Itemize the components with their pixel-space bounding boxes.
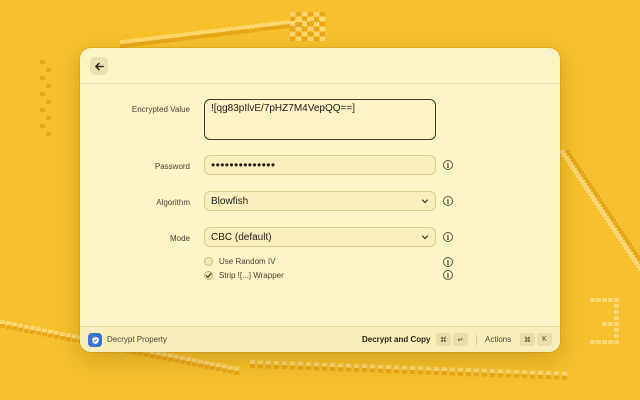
return-key-icon: ↵ (453, 333, 468, 346)
use-random-iv-info-icon[interactable]: i (443, 257, 453, 267)
mode-info-icon[interactable]: i (443, 232, 453, 242)
algorithm-select[interactable]: Blowfish (204, 191, 436, 211)
strip-wrapper-info-icon[interactable]: i (443, 270, 453, 280)
command-key-icon: ⌘ (436, 333, 451, 346)
strip-wrapper-checkbox[interactable] (204, 271, 213, 280)
titlebar (80, 48, 560, 84)
mode-value: CBC (default) (211, 231, 272, 243)
k-key-icon: K (537, 333, 552, 346)
shield-icon (91, 336, 99, 344)
use-random-iv-label: Use Random IV (219, 257, 276, 266)
actions-button[interactable]: Actions (485, 335, 511, 344)
password-value: •••••••••••••• (211, 158, 276, 172)
strip-wrapper-row[interactable]: Strip ![...] Wrapper (204, 271, 284, 280)
command-title: Decrypt Property (107, 335, 168, 344)
mode-label: Mode (169, 234, 190, 243)
footer-divider (476, 335, 477, 345)
encrypted-value-text: ![qg83pIlvE/7pHZ7M4VepQQ==] (211, 103, 355, 114)
use-random-iv-row[interactable]: Use Random IV (204, 257, 275, 266)
mode-select[interactable]: CBC (default) (204, 227, 436, 247)
chevron-down-icon (421, 235, 429, 240)
algorithm-value: Blowfish (211, 195, 249, 207)
command-key-icon: ⌘ (520, 333, 535, 346)
extension-window: Encrypted Value ![qg83pIlvE/7pHZ7M4VepQQ… (80, 48, 560, 352)
arrow-left-icon (94, 62, 104, 70)
password-label: Password (154, 162, 190, 171)
encrypted-value-label: Encrypted Value (131, 105, 190, 114)
decrypt-and-copy-button[interactable]: Decrypt and Copy (362, 335, 430, 344)
password-info-icon[interactable]: i (443, 160, 453, 170)
encrypted-value-textarea[interactable]: ![qg83pIlvE/7pHZ7M4VepQQ==] (204, 99, 436, 140)
algorithm-label: Algorithm (156, 198, 190, 207)
chevron-down-icon (421, 199, 429, 204)
checkmark-icon (205, 273, 212, 278)
algorithm-info-icon[interactable]: i (443, 196, 453, 206)
password-field[interactable]: •••••••••••••• (204, 155, 436, 175)
extension-icon (88, 333, 102, 347)
strip-wrapper-label: Strip ![...] Wrapper (219, 271, 284, 280)
back-button[interactable] (90, 57, 108, 75)
action-bar: Decrypt Property Decrypt and Copy ⌘ ↵ Ac… (80, 326, 560, 352)
use-random-iv-checkbox[interactable] (204, 257, 213, 266)
